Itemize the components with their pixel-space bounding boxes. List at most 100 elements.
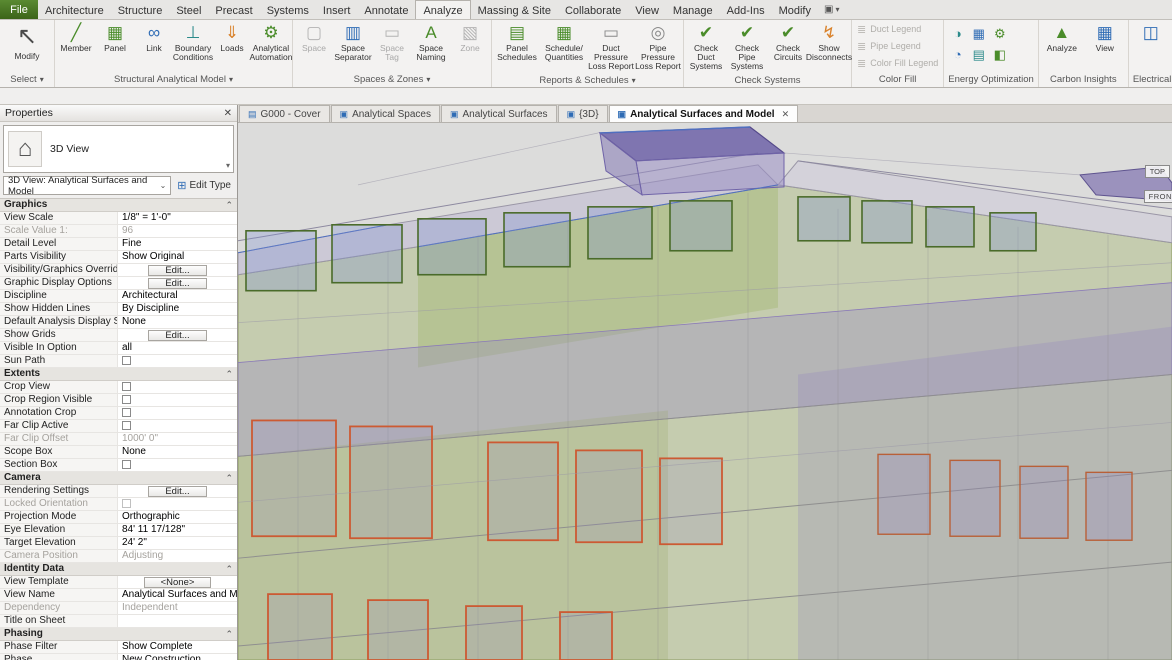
prop-value[interactable]: 1/8" = 1'-0" [118, 212, 237, 224]
annotation-crop-checkbox[interactable] [122, 408, 131, 417]
edit-type-button[interactable]: ⊞ Edit Type [174, 176, 234, 195]
prop-value[interactable]: Fine [118, 238, 237, 250]
panel-schedules-button[interactable]: ▤ Panel Schedules [494, 21, 540, 73]
section-extents[interactable]: Extents ⌃ [0, 368, 237, 381]
tab-massing-site[interactable]: Massing & Site [471, 0, 558, 19]
space-naming-button[interactable]: A Space Naming [412, 21, 450, 71]
prop-value[interactable]: 24' 2" [118, 537, 237, 549]
tab-annotate[interactable]: Annotate [357, 0, 415, 19]
view-tab-analytical-surfaces[interactable]: ▣ Analytical Surfaces [441, 105, 557, 122]
panel-label-electrical[interactable]: Electrical Analysis [1129, 72, 1172, 87]
energy-reports-icon[interactable]: ▤ [969, 45, 988, 64]
prop-value[interactable]: 84' 11 17/128" [118, 524, 237, 536]
member-button[interactable]: ╱ Member [57, 21, 95, 71]
close-icon[interactable]: ✕ [224, 108, 232, 119]
drawing-area[interactable]: TOP FRONT [238, 123, 1172, 660]
properties-header[interactable]: Properties ✕ [0, 105, 237, 122]
tab-precast[interactable]: Precast [208, 0, 259, 19]
section-identity-data[interactable]: Identity Data ⌃ [0, 563, 237, 576]
loads-button[interactable]: ⇓ Loads [213, 21, 251, 71]
tab-insert[interactable]: Insert [316, 0, 358, 19]
view-template-button[interactable]: <None> [144, 577, 212, 588]
tab-view[interactable]: View [628, 0, 666, 19]
viewcube[interactable]: TOP FRONT [1132, 165, 1172, 203]
panel-element-button[interactable]: ▦ Panel [96, 21, 134, 71]
edit-button[interactable]: Edit... [148, 486, 206, 497]
prop-value[interactable]: Analytical Surfaces and Mo... [118, 589, 237, 601]
view-type-combo[interactable]: 3D View: Analytical Surfaces and Model ⌄ [3, 176, 171, 195]
energy-optimize-icon[interactable]: ⚙ [990, 24, 1009, 43]
check-circuits-button[interactable]: ✔ Check Circuits [768, 21, 808, 73]
tab-collaborate[interactable]: Collaborate [558, 0, 628, 19]
tab-manage[interactable]: Manage [666, 0, 720, 19]
prop-value[interactable]: Architectural [118, 290, 237, 302]
file-menu-button[interactable]: File [0, 0, 38, 19]
tab-systems[interactable]: Systems [260, 0, 316, 19]
show-disconnects-button[interactable]: ↯ Show Disconnects [809, 21, 849, 73]
section-graphics[interactable]: Graphics ⌃ [0, 199, 237, 212]
color-fill-legend-item[interactable]: ≣ Color Fill Legend [854, 55, 941, 71]
crop-view-checkbox[interactable] [122, 382, 131, 391]
tab-architecture[interactable]: Architecture [38, 0, 111, 19]
panel-label-structural[interactable]: Structural Analytical Model ▾ [55, 72, 292, 87]
carbon-view-button[interactable]: ▦ View [1084, 21, 1126, 71]
panel-label-energy[interactable]: Energy Optimization [944, 72, 1038, 87]
close-icon[interactable]: ✕ [782, 109, 790, 120]
duct-pressure-loss-report-button[interactable]: ▭ Duct Pressure Loss Report [588, 21, 634, 73]
view-tab-3d[interactable]: ▣ {3D} [558, 105, 608, 122]
energy-model-icon[interactable]: ▦ [969, 24, 988, 43]
tab-add-ins[interactable]: Add-Ins [720, 0, 772, 19]
far-clip-active-checkbox[interactable] [122, 421, 131, 430]
check-duct-systems-button[interactable]: ✔ Check Duct Systems [686, 21, 726, 73]
section-camera[interactable]: Camera ⌃ [0, 472, 237, 485]
sun-path-checkbox[interactable] [122, 356, 131, 365]
tool-indicator-dropdown[interactable]: ▣ ▾ [818, 0, 845, 19]
section-phasing[interactable]: Phasing ⌃ [0, 628, 237, 641]
type-selector[interactable]: ⌂ 3D View ▾ [3, 125, 234, 173]
tab-structure[interactable]: Structure [111, 0, 170, 19]
energy-results-icon[interactable]: ◔ [948, 45, 967, 64]
panel-label-reports[interactable]: Reports & Schedules ▾ [492, 74, 683, 87]
tab-analyze[interactable]: Analyze [415, 0, 470, 19]
link-button[interactable]: ∞ Link [135, 21, 173, 71]
tab-steel[interactable]: Steel [169, 0, 208, 19]
modify-button[interactable]: ↖ Modify [2, 21, 52, 71]
prop-value[interactable] [118, 615, 237, 627]
view-tab-g000-cover[interactable]: ▤ G000 - Cover [239, 105, 330, 122]
panel-label-select[interactable]: Select ▾ [0, 72, 54, 87]
electrical-analysis-button[interactable]: ◫ [1131, 21, 1171, 71]
schedule-quantities-button[interactable]: ▦ Schedule/ Quantities [541, 21, 587, 73]
tab-modify[interactable]: Modify [772, 0, 818, 19]
prop-value[interactable]: By Discipline [118, 303, 237, 315]
zone-button[interactable]: ▧ Zone [451, 21, 489, 71]
panel-label-check-systems[interactable]: Check Systems [684, 74, 851, 87]
carbon-analyze-button[interactable]: ▲ Analyze [1041, 21, 1083, 71]
view-tab-analytical-spaces[interactable]: ▣ Analytical Spaces [331, 105, 440, 122]
viewcube-front-face[interactable]: FRONT [1144, 190, 1172, 203]
check-pipe-systems-button[interactable]: ✔ Check Pipe Systems [727, 21, 767, 73]
prop-value[interactable]: Show Original [118, 251, 237, 263]
energy-systems-icon[interactable]: ◧ [990, 45, 1009, 64]
locked-orientation-checkbox[interactable] [122, 499, 131, 508]
energy-settings-icon[interactable]: ◑ [948, 24, 967, 43]
viewcube-top-face[interactable]: TOP [1145, 165, 1170, 178]
space-button[interactable]: ▢ Space [295, 21, 333, 71]
analytical-automation-button[interactable]: ⚙ Analytical Automation [252, 21, 290, 71]
space-tag-button[interactable]: ▭ Space Tag [373, 21, 411, 71]
prop-value[interactable]: Orthographic [118, 511, 237, 523]
section-box-checkbox[interactable] [122, 460, 131, 469]
duct-legend-item[interactable]: ≣ Duct Legend [854, 21, 941, 37]
edit-button[interactable]: Edit... [148, 330, 206, 341]
view-tab-analytical-surfaces-and-model[interactable]: ▣ Analytical Surfaces and Model ✕ [609, 105, 799, 122]
boundary-conditions-button[interactable]: ⊥ Boundary Conditions [174, 21, 212, 71]
crop-region-visible-checkbox[interactable] [122, 395, 131, 404]
pipe-legend-item[interactable]: ≣ Pipe Legend [854, 38, 941, 54]
pipe-pressure-loss-report-button[interactable]: ◎ Pipe Pressure Loss Report [635, 21, 681, 73]
prop-value[interactable]: None [118, 446, 237, 458]
space-separator-button[interactable]: ▥ Space Separator [334, 21, 372, 71]
edit-button[interactable]: Edit... [148, 278, 206, 289]
panel-label-color-fill[interactable]: Color Fill [852, 72, 943, 87]
prop-value[interactable]: all [118, 342, 237, 354]
edit-button[interactable]: Edit... [148, 265, 206, 276]
prop-value[interactable]: New Construction [118, 654, 237, 660]
